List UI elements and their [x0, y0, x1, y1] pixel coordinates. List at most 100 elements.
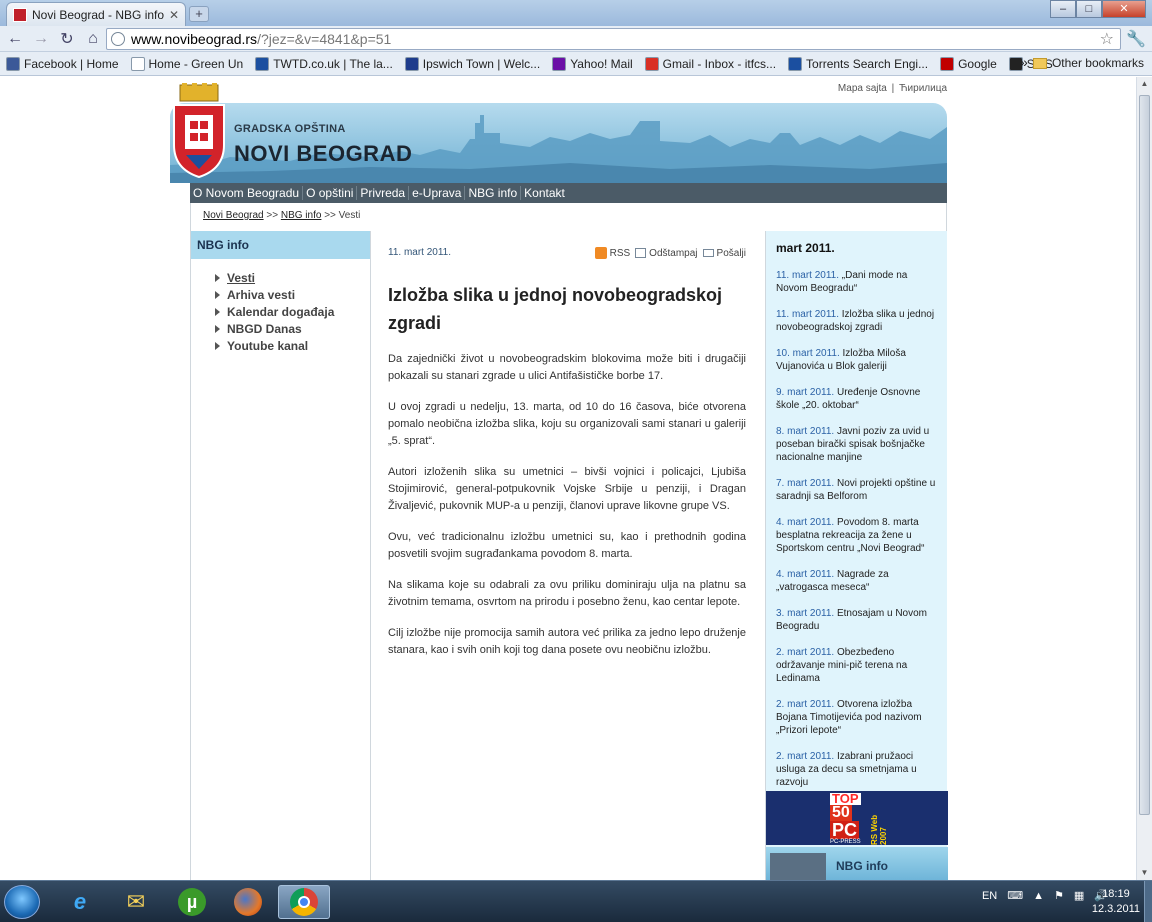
news-list-item[interactable]: 3. mart 2011. Etnosajam u Novom Beogradu	[776, 607, 939, 633]
bookmark-item[interactable]: Home - Green Un	[130, 56, 244, 71]
news-list: 11. mart 2011. „Dani mode na Novom Beogr…	[776, 269, 939, 789]
tray-expand-icon[interactable]: ▲	[1033, 890, 1044, 902]
news-list-item[interactable]: 11. mart 2011. Izložba slika u jednoj no…	[776, 308, 939, 334]
news-list-item[interactable]: 4. mart 2011. Povodom 8. marta besplatna…	[776, 516, 939, 555]
window-controls: ‒ □ ✕	[1050, 0, 1146, 18]
toplinks-separator: |	[891, 83, 895, 94]
nav-item-kontakt[interactable]: Kontakt	[521, 186, 568, 200]
cyrillic-link[interactable]: Ћирилица	[899, 83, 947, 94]
left-menu-item-youtube-kanal[interactable]: Youtube kanal	[215, 339, 370, 353]
start-button[interactable]	[4, 885, 40, 919]
back-arrow-icon[interactable]: ←	[4, 30, 26, 48]
scroll-down-arrow-icon[interactable]: ▼	[1137, 866, 1152, 880]
news-date: 11. mart 2011.	[776, 309, 839, 320]
breadcrumb-link-nbg-info[interactable]: NBG info	[281, 210, 322, 221]
bookmark-item[interactable]: Gmail - Inbox - itfcs...	[644, 56, 776, 71]
print-link[interactable]: Odštampaj	[635, 248, 698, 259]
nav-item-nbg-info[interactable]: NBG info	[465, 186, 522, 200]
news-date: 2. mart 2011.	[776, 699, 835, 710]
outlook-taskbar-button[interactable]: ✉	[110, 885, 162, 919]
bookmark-item[interactable]: Google	[940, 56, 997, 71]
left-menu-item-kalendar[interactable]: Kalendar događaja	[215, 305, 370, 319]
bookmarks-overflow-chevron-icon[interactable]: »	[1020, 54, 1028, 70]
tab-close-icon[interactable]: ✕	[169, 8, 179, 22]
minimize-button[interactable]: ‒	[1050, 0, 1076, 18]
forward-arrow-icon[interactable]: →	[30, 30, 52, 48]
nav-item-o-novom-beogradu[interactable]: O Novom Beogradu	[190, 186, 304, 200]
bookmark-item[interactable]: TWTD.co.uk | The la...	[255, 56, 393, 71]
language-indicator[interactable]: EN	[982, 890, 997, 902]
news-list-item[interactable]: 7. mart 2011. Novi projekti opštine u sa…	[776, 477, 939, 503]
badge-line: PC-PRESS	[830, 839, 861, 845]
globe-icon	[111, 32, 125, 46]
other-bookmarks-button[interactable]: Other bookmarks	[1032, 56, 1144, 70]
news-list-item[interactable]: 2. mart 2011. Izabrani pružaoci usluga z…	[776, 750, 939, 789]
article-tools: RSS Odštampaj Pošalji	[590, 247, 746, 259]
news-list-item[interactable]: 10. mart 2011. Izložba Miloša Vujanovića…	[776, 347, 939, 373]
bookmark-label: Home - Green Un	[148, 56, 244, 71]
article-toolbar: 11. mart 2011. RSS Odštampaj Pošalji	[388, 247, 746, 259]
news-list-item[interactable]: 11. mart 2011. „Dani mode na Novom Beogr…	[776, 269, 939, 295]
top50-pc-press-badge[interactable]: TOP 50 PC PC-PRESS RS Web 2007	[766, 791, 948, 845]
nav-item-o-opstini[interactable]: O opštini	[303, 186, 358, 200]
top-links: Mapa sajta | Ћирилица	[836, 83, 947, 94]
chrome-taskbar-button[interactable]	[278, 885, 330, 919]
triangle-bullet-icon	[215, 291, 220, 299]
article-paragraph: Autori izloženih slika su umetnici – biv…	[388, 466, 746, 512]
rss-link[interactable]: RSS	[594, 247, 630, 259]
bookmarks-bar: Facebook | Home Home - Green Un TWTD.co.uk…	[0, 52, 1152, 76]
article-paragraph: Da zajednički život u novobeogradskim bl…	[388, 353, 746, 382]
sitemap-link[interactable]: Mapa sajta	[838, 83, 887, 94]
bookmark-item[interactable]: Torrents Search Engi...	[788, 56, 928, 71]
network-icon[interactable]: ▦	[1074, 889, 1084, 902]
nbg-info-banner[interactable]: NBG info	[766, 847, 948, 880]
browser-tab[interactable]: Novi Beograd - NBG info ✕	[6, 2, 186, 26]
maximize-button[interactable]: □	[1076, 0, 1102, 18]
firefox-taskbar-button[interactable]	[222, 885, 274, 919]
address-bar[interactable]: www.novibeograd.rs /?jez=&v=4841&p=51 ☆	[106, 28, 1121, 50]
bookmark-item[interactable]: Ipswich Town | Welc...	[404, 56, 540, 71]
left-menu-item-nbgd-danas[interactable]: NBGD Danas	[215, 322, 370, 336]
vertical-scrollbar[interactable]: ▲ ▼	[1136, 77, 1152, 880]
rss-icon	[594, 247, 607, 259]
nav-item-e-uprava[interactable]: e-Uprava	[409, 186, 466, 200]
keyboard-icon[interactable]: ⌨	[1007, 889, 1023, 902]
breadcrumb-link-home[interactable]: Novi Beograd	[203, 210, 264, 221]
news-list-item[interactable]: 2. mart 2011. Obezbeđeno održavanje mini…	[776, 646, 939, 685]
scrollbar-thumb[interactable]	[1139, 95, 1150, 815]
system-clock[interactable]: 18:19 12.3.2011	[1092, 887, 1140, 917]
utorrent-taskbar-button[interactable]: µ	[166, 885, 218, 919]
bookmark-item[interactable]: Yahoo! Mail	[552, 56, 633, 71]
news-list-item[interactable]: 2. mart 2011. Otvorena izložba Bojana Ti…	[776, 698, 939, 737]
right-sidebar: mart 2011. 11. mart 2011. „Dani mode na …	[765, 231, 948, 880]
scroll-up-arrow-icon[interactable]: ▲	[1137, 77, 1152, 91]
new-tab-button[interactable]: +	[189, 6, 209, 22]
show-desktop-button[interactable]	[1144, 881, 1152, 922]
action-center-flag-icon[interactable]: ⚑	[1054, 889, 1064, 902]
breadcrumb-current: Vesti	[338, 210, 361, 221]
printer-icon	[635, 248, 647, 258]
news-list-item[interactable]: 8. mart 2011. Javni poziv za uvid u pose…	[776, 425, 939, 464]
triangle-bullet-icon	[215, 342, 220, 350]
system-tray: EN ⌨ ▲ ⚑ ▦ 🔊	[972, 889, 1108, 903]
news-list-item[interactable]: 4. mart 2011. Nagrade za „vatrogasca mes…	[776, 568, 939, 594]
news-list-item[interactable]: 9. mart 2011. Uređenje Osnovne škole „20…	[776, 386, 939, 412]
left-menu-item-vesti[interactable]: Vesti	[215, 271, 370, 285]
left-menu-item-arhiva-vesti[interactable]: Arhiva vesti	[215, 288, 370, 302]
nav-item-privreda[interactable]: Privreda	[357, 186, 410, 200]
article-title: Izložba slika u jednoj novobeogradskoj z…	[388, 285, 723, 333]
badge-line: 50	[830, 804, 852, 821]
left-menu-label: Kalendar događaja	[227, 305, 335, 319]
close-window-button[interactable]: ✕	[1102, 0, 1146, 18]
coat-of-arms-logo	[173, 83, 225, 179]
outlook-icon: ✉	[126, 889, 146, 914]
bookmark-item[interactable]: Facebook | Home	[6, 56, 119, 71]
home-icon[interactable]: ⌂	[82, 30, 104, 48]
internet-explorer-taskbar-button[interactable]: e	[54, 885, 106, 919]
reload-icon[interactable]: ↻	[56, 29, 78, 49]
wrench-menu-icon[interactable]: 🔧	[1126, 29, 1146, 49]
bookmark-star-icon[interactable]: ☆	[1100, 29, 1114, 49]
nbg-info-banner-label: NBG info	[836, 859, 888, 873]
send-link[interactable]: Pošalji	[702, 248, 746, 259]
windows-taskbar: e ✉ µ EN ⌨ ▲ ⚑ ▦ 🔊 18:19 12.3.2011	[0, 880, 1152, 922]
